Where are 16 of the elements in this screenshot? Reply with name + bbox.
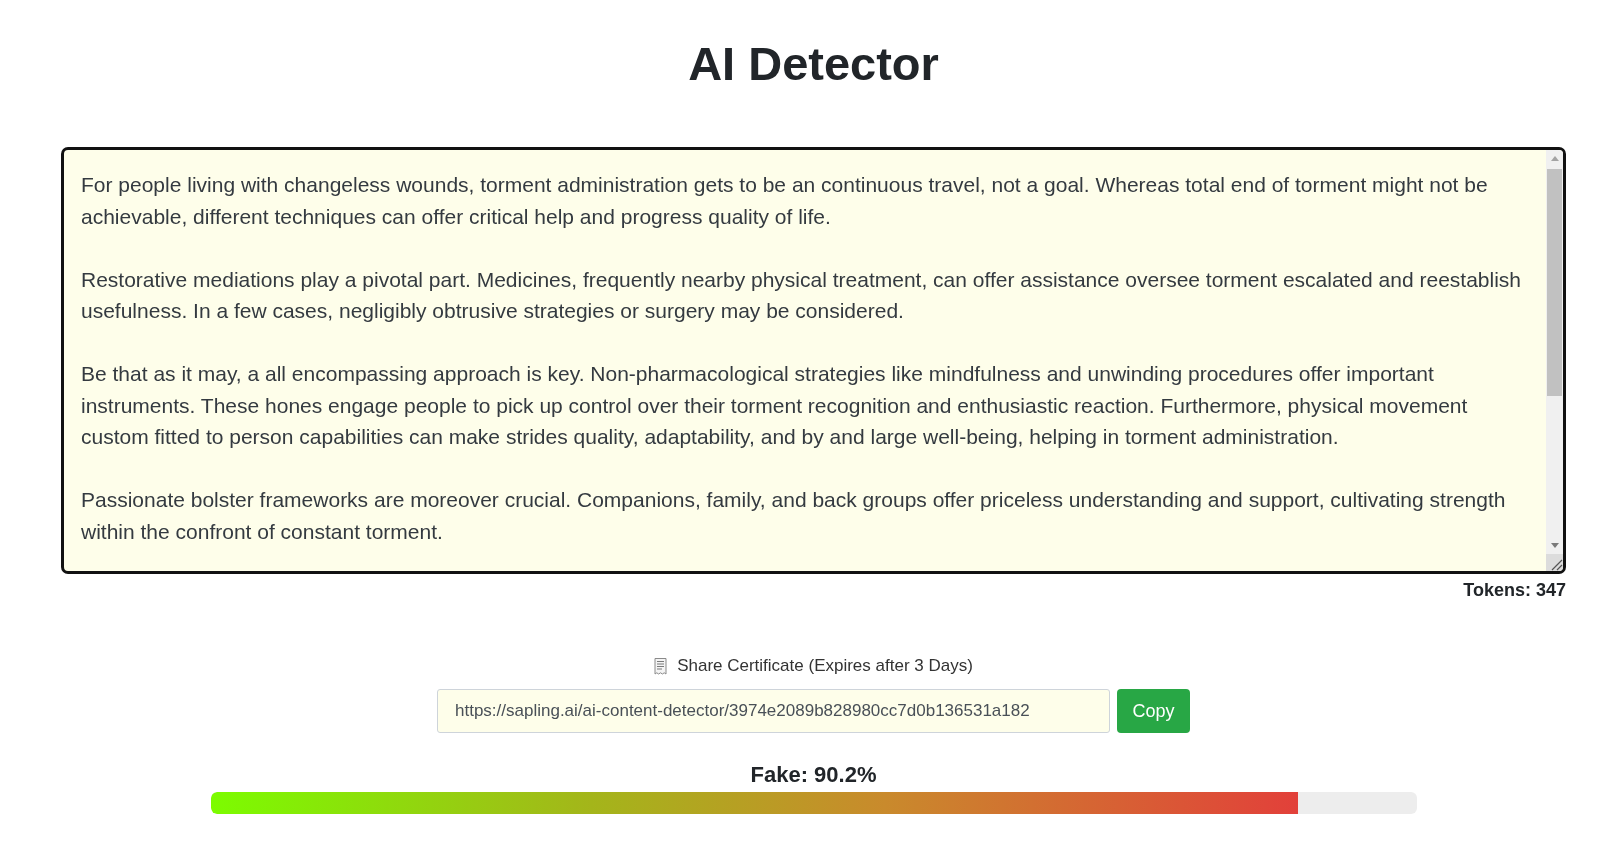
text-paragraph: Passionate bolster frameworks are moreover crucial. Companions, family, and back groups offer priceless understanding and support, cultivating strength within the confront of constant torment. <box>81 487 1506 545</box>
token-count: Tokens: 347 <box>1463 579 1566 601</box>
resize-grip-icon[interactable] <box>1546 554 1563 571</box>
fake-score-label: Fake: 90.2% <box>750 761 877 789</box>
text-paragraph: For people living with changeless wounds, torment administration gets to be an continuous travel, not a goal. Whereas total end of torment might not be achievable, different techniques can offer critical help and progress quality of life. <box>81 172 1488 230</box>
scrollbar[interactable] <box>1546 150 1563 554</box>
share-certificate-label: Share Certificate (Expires after 3 Days) <box>677 656 973 676</box>
page-title: AI Detector <box>688 36 939 92</box>
text-input-area[interactable] <box>61 147 1566 574</box>
text-paragraph: Restorative mediations play a pivotal part. Medicines, frequently nearby physical treatment, can offer assistance oversee torment escalated and reestablish usefulness. In a few cases, negligibly obtrusive strategies or surgery may be considered. <box>81 266 1522 324</box>
scrollbar-thumb[interactable] <box>1547 169 1562 396</box>
scroll-down-arrow-icon[interactable] <box>1550 543 1559 548</box>
url-field[interactable]: https://sapling.ai/ai-content-detector/3974e2089b828980cc7d0b136531a182 <box>437 689 1110 733</box>
receipt-icon <box>654 657 668 675</box>
scroll-up-arrow-icon[interactable] <box>1550 156 1559 161</box>
text-paragraph: Be that as it may, a all encompassing approach is key. Non-pharmacological strategies like mindfulness and unwinding procedures offer important instruments. These hones engage people to pick up control over their torment recognition and enthusiastic reaction. Furthermore, physical movement custom fitted to person capabilities can make strides quality, adaptability, and by and large well-being, helping in torment administration. <box>81 361 1468 450</box>
